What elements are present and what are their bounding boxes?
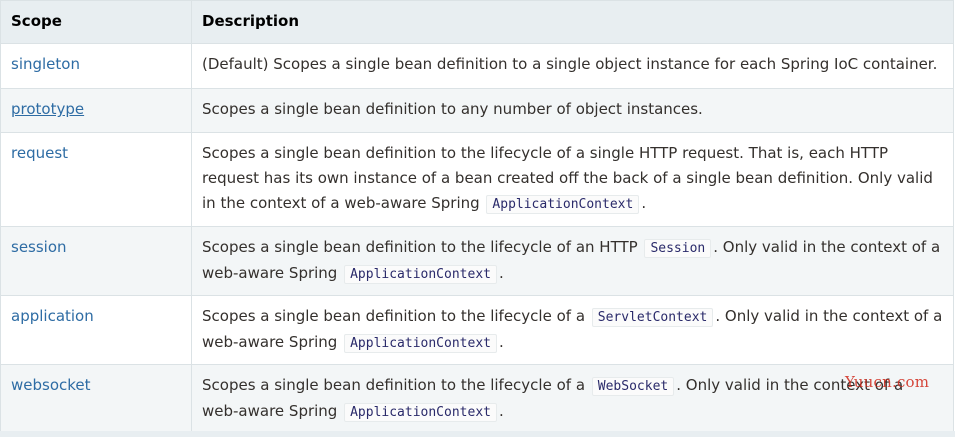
scope-cell: websocket <box>0 364 192 434</box>
table-row: request Scopes a single bean definition … <box>0 132 954 227</box>
table-row: prototype Scopes a single bean definitio… <box>0 88 954 133</box>
table-header: Scope Description <box>0 0 954 44</box>
scope-cell: request <box>0 132 192 227</box>
table-row: websocket Scopes a single bean definitio… <box>0 364 954 434</box>
code-websocket: WebSocket <box>591 377 675 396</box>
description-cell: Scopes a single bean definition to the l… <box>191 132 954 227</box>
description-cell: Scopes a single bean definition to the l… <box>191 295 954 365</box>
bottom-strip <box>0 431 955 437</box>
scope-link-request[interactable]: request <box>11 144 68 162</box>
description-text: Scopes a single bean definition to any n… <box>202 100 703 118</box>
header-scope: Scope <box>0 0 192 44</box>
scope-cell: prototype <box>0 88 192 133</box>
description-text: . <box>498 333 504 351</box>
description-text: Scopes a single bean definition to the l… <box>202 238 643 256</box>
description-text: (Default) Scopes a single bean definitio… <box>202 55 938 73</box>
description-text: Scopes a single bean definition to the l… <box>202 376 590 394</box>
bean-scopes-table: Scope Description singleton (Default) Sc… <box>0 0 954 434</box>
table-row: session Scopes a single bean definition … <box>0 226 954 296</box>
description-cell: Scopes a single bean definition to the l… <box>191 364 954 434</box>
scope-link-application[interactable]: application <box>11 307 94 325</box>
scope-link-prototype[interactable]: prototype <box>11 100 84 118</box>
code-application-context: ApplicationContext <box>344 265 497 284</box>
code-application-context: ApplicationContext <box>344 403 497 422</box>
description-text: Scopes a single bean definition to the l… <box>202 307 590 325</box>
scope-link-singleton[interactable]: singleton <box>11 55 80 73</box>
header-description: Description <box>191 0 954 44</box>
table-header-row: Scope Description <box>0 0 954 44</box>
table-row: singleton (Default) Scopes a single bean… <box>0 43 954 89</box>
code-application-context: ApplicationContext <box>486 195 640 214</box>
description-text: . <box>498 264 504 282</box>
description-cell: (Default) Scopes a single bean definitio… <box>191 43 954 89</box>
description-text: . <box>641 194 647 212</box>
scope-cell: singleton <box>0 43 192 89</box>
scope-cell: application <box>0 295 192 365</box>
code-application-context: ApplicationContext <box>344 334 497 353</box>
scope-link-session[interactable]: session <box>11 238 67 256</box>
code-session: Session <box>644 239 712 258</box>
description-text: . <box>498 402 504 420</box>
scope-link-websocket[interactable]: websocket <box>11 376 91 394</box>
description-cell: Scopes a single bean definition to any n… <box>191 88 954 133</box>
table-row: application Scopes a single bean definit… <box>0 295 954 365</box>
scope-cell: session <box>0 226 192 296</box>
code-servlet-context: ServletContext <box>591 308 714 327</box>
table-body: singleton (Default) Scopes a single bean… <box>0 43 954 434</box>
description-cell: Scopes a single bean definition to the l… <box>191 226 954 296</box>
